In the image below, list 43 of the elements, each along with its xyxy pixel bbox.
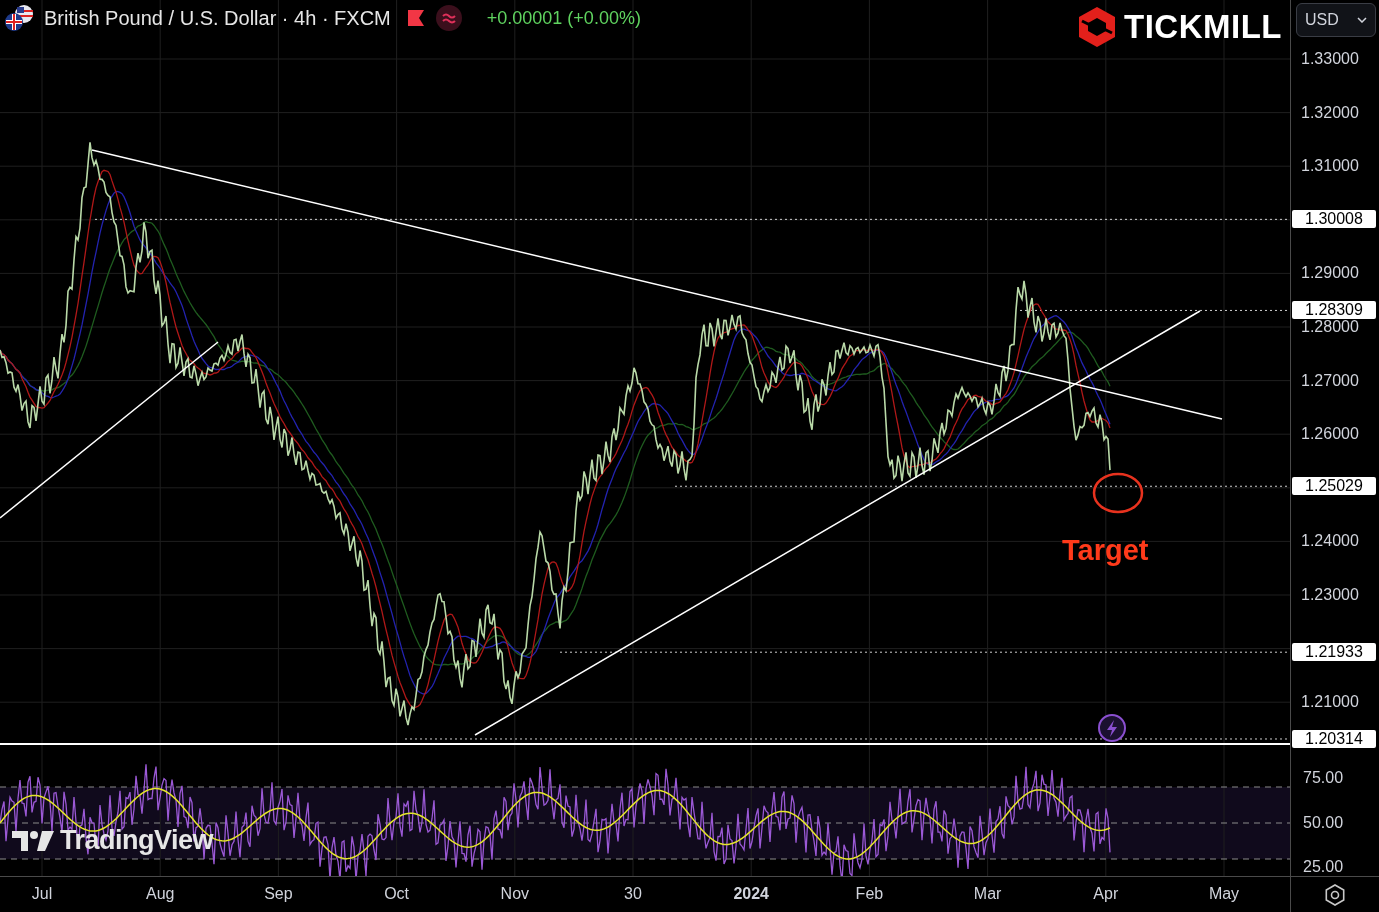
time-tick-label: 30	[624, 885, 642, 903]
lightning-icon[interactable]	[1098, 714, 1126, 742]
price-level-label: 1.20314	[1292, 729, 1376, 748]
symbol-title: British Pound / U.S. Dollar · 4h · FXCM	[44, 6, 391, 30]
target-label: Target	[1062, 534, 1149, 567]
price-tick-label: 1.21000	[1301, 694, 1359, 711]
hexagon-logo-icon	[1078, 6, 1117, 48]
price-tick-label: 1.26000	[1301, 426, 1359, 443]
settings-icon[interactable]	[1324, 883, 1346, 906]
tradingview-logo-icon	[12, 828, 54, 853]
time-tick-label: Mar	[973, 885, 1002, 903]
chevron-icon	[1357, 17, 1367, 23]
rsi-tick-label: 75.00	[1303, 768, 1344, 788]
broker-logo-text: TICKMILL	[1124, 8, 1282, 46]
time-tick-label: May	[1208, 885, 1240, 903]
currency-flags-icon	[4, 4, 34, 32]
time-tick-label: Sep	[264, 885, 293, 903]
price-tick-label: 1.27000	[1301, 372, 1359, 389]
price-tick-label: 1.29000	[1301, 265, 1359, 282]
price-level-label: 1.21933	[1292, 643, 1376, 662]
time-tick-label: Feb	[855, 885, 884, 903]
time-tick-label: Aug	[145, 885, 175, 903]
rsi-tick-label: 50.00	[1303, 812, 1344, 833]
wave-icon[interactable]	[434, 4, 463, 32]
price-tick-label: 1.28000	[1301, 319, 1359, 335]
time-tick-label: 2024	[733, 885, 769, 903]
price-tick-label: 1.31000	[1301, 158, 1359, 175]
time-tick-label: Nov	[500, 885, 529, 903]
price-tick-label: 1.33000	[1301, 51, 1359, 67]
price-level-label: 1.25029	[1292, 477, 1376, 496]
rsi-tick-label: 25.00	[1303, 857, 1344, 877]
currency-dropdown[interactable]: USD	[1296, 3, 1376, 37]
price-level-label: 1.28309	[1292, 301, 1376, 320]
price-level-label: 1.30008	[1292, 210, 1376, 229]
time-tick-label: Jul	[31, 885, 53, 903]
price-tick-label: 1.23000	[1301, 587, 1359, 603]
target-circle	[1092, 472, 1144, 514]
price-change: +0.00001 (+0.00%)	[486, 7, 641, 29]
time-tick-label: Apr	[1093, 885, 1119, 903]
flag-icon[interactable]	[406, 9, 425, 27]
price-tick-label: 1.24000	[1301, 533, 1359, 550]
time-tick-label: Oct	[384, 885, 410, 903]
price-tick-label: 1.32000	[1301, 104, 1359, 121]
